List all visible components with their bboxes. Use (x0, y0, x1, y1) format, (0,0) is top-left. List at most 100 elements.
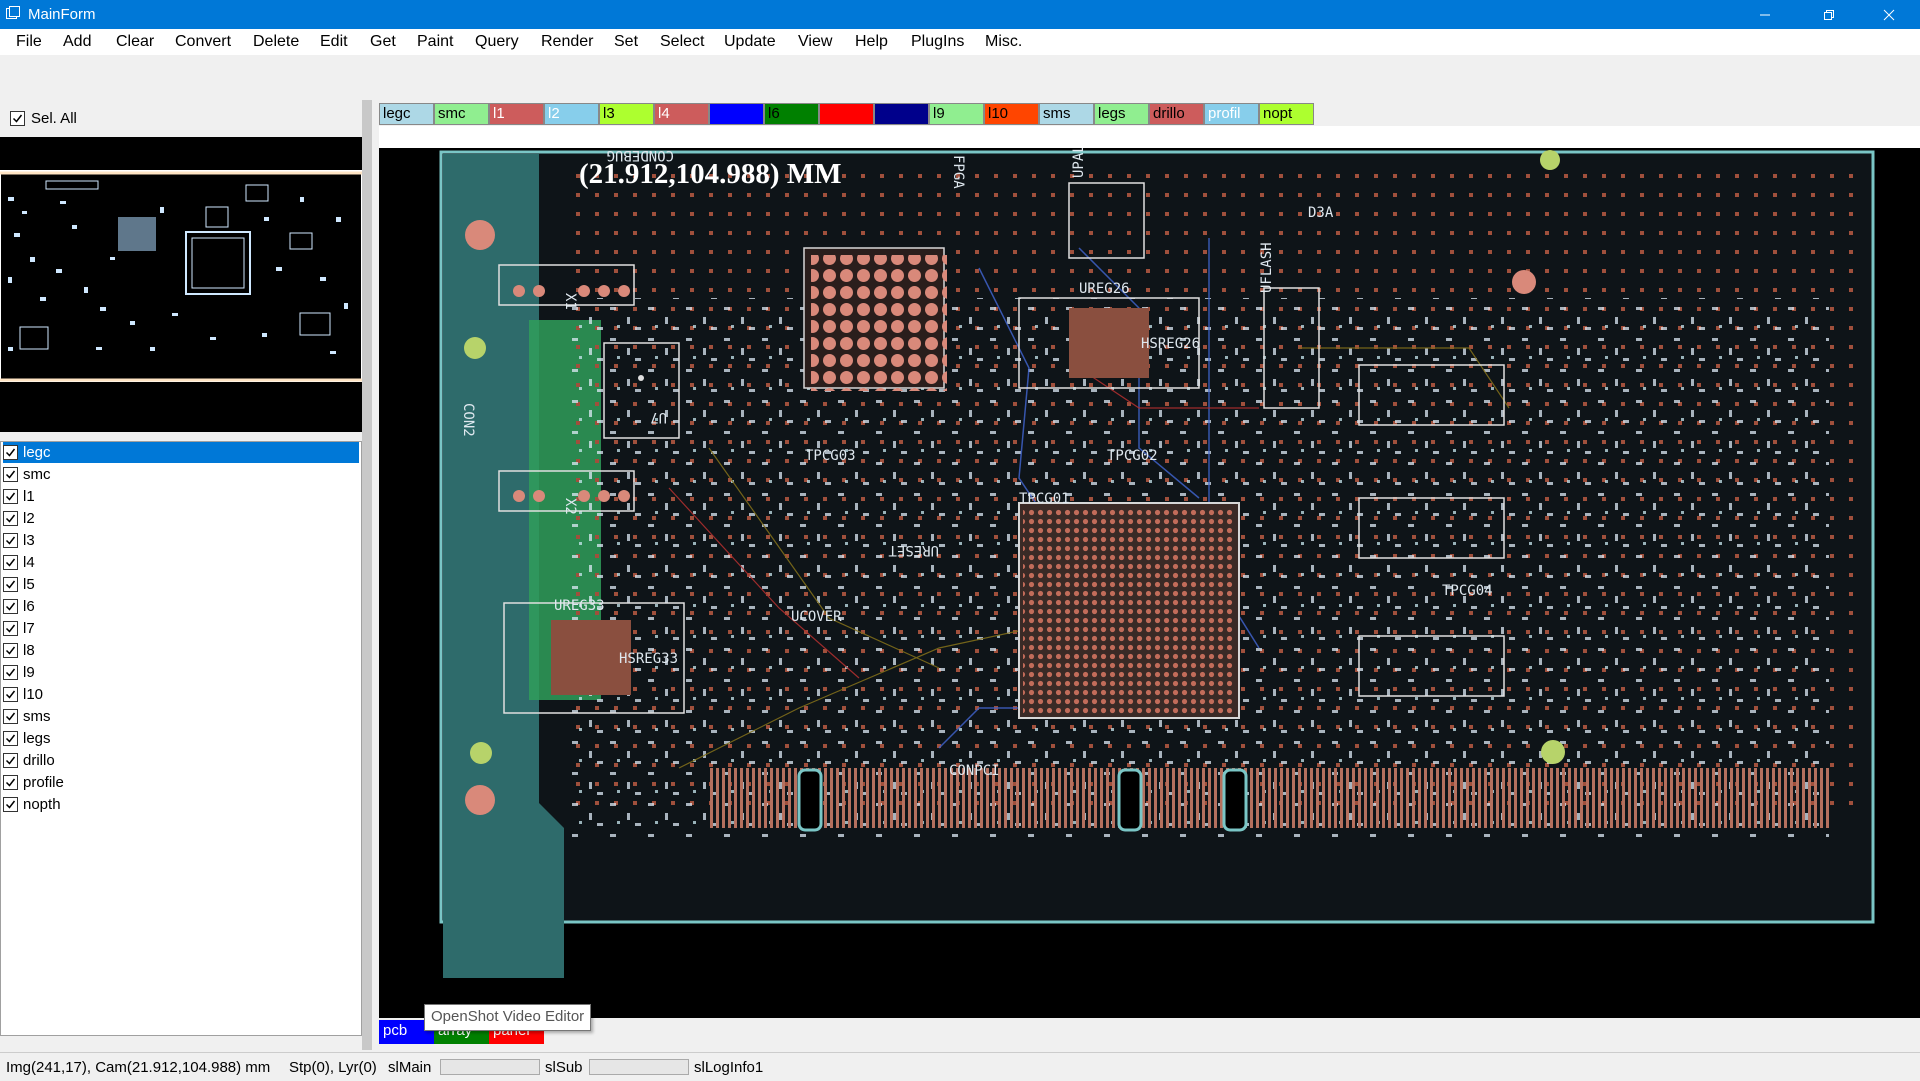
layer-checkbox[interactable] (3, 731, 18, 746)
menu-misc[interactable]: Misc. (985, 33, 1022, 51)
menu-clear[interactable]: Clear (116, 33, 154, 51)
layer-checkbox[interactable] (3, 489, 18, 504)
canvas-label: HSREG33 (619, 651, 678, 667)
layer-item[interactable]: l9 (3, 662, 359, 683)
layer-tab[interactable]: drillo (1149, 103, 1204, 125)
panel-splitter[interactable] (362, 100, 372, 1050)
layer-checkbox[interactable] (3, 511, 18, 526)
layer-tab[interactable]: sms (1039, 103, 1094, 125)
menu-add[interactable]: Add (63, 33, 91, 51)
menu-set[interactable]: Set (614, 33, 638, 51)
check-icon (5, 558, 16, 567)
layer-checkbox[interactable] (3, 555, 18, 570)
layer-item[interactable]: legs (3, 728, 359, 749)
layer-item[interactable]: l6 (3, 596, 359, 617)
canvas-label: UPAL (1071, 148, 1087, 178)
canvas-label: X2 (562, 498, 578, 515)
layer-item[interactable]: profile (3, 772, 359, 793)
close-button[interactable] (1866, 0, 1912, 29)
layer-tab[interactable]: legc (379, 103, 434, 125)
menu-convert[interactable]: Convert (175, 33, 231, 51)
layer-checkbox[interactable] (3, 753, 18, 768)
layer-item[interactable]: l4 (3, 552, 359, 573)
menu-paint[interactable]: Paint (417, 33, 453, 51)
menu-update[interactable]: Update (724, 33, 776, 51)
menu-get[interactable]: Get (370, 33, 396, 51)
layer-tab[interactable]: l2 (544, 103, 599, 125)
layer-tab-label: l7 (823, 105, 835, 122)
canvas-header (379, 126, 1920, 148)
layer-label: l8 (23, 642, 35, 659)
layer-tab[interactable]: l4 (654, 103, 709, 125)
check-icon (5, 712, 16, 721)
layer-item[interactable]: l1 (3, 486, 359, 507)
layer-tab[interactable]: profil (1204, 103, 1259, 125)
board-overview[interactable] (0, 137, 363, 432)
menu-edit[interactable]: Edit (320, 33, 348, 51)
menu-render[interactable]: Render (541, 33, 593, 51)
layer-checkbox[interactable] (3, 621, 18, 636)
layer-tab[interactable]: nopt (1259, 103, 1314, 125)
layer-tab[interactable]: l10 (984, 103, 1039, 125)
layer-checkbox[interactable] (3, 533, 18, 548)
layer-label: l1 (23, 488, 35, 505)
menu-query[interactable]: Query (475, 33, 519, 51)
bottom-tab-strip: pcb array panel (379, 1018, 1920, 1050)
menu-help[interactable]: Help (855, 33, 888, 51)
layer-tab[interactable]: l3 (599, 103, 654, 125)
menu-view[interactable]: View (798, 33, 832, 51)
layer-label: nopth (23, 796, 61, 813)
restore-button[interactable] (1806, 0, 1852, 29)
minimize-button[interactable] (1742, 0, 1788, 29)
check-icon (12, 114, 23, 123)
layer-tab-label: sms (1043, 105, 1071, 122)
title-bar: MainForm (0, 0, 1920, 29)
layer-item[interactable]: l7 (3, 618, 359, 639)
layer-checkbox[interactable] (3, 599, 18, 614)
layer-tab[interactable]: l9 (929, 103, 984, 125)
check-icon (5, 690, 16, 699)
layer-tab[interactable]: smc (434, 103, 489, 125)
status-sub-field (589, 1059, 689, 1075)
canvas-label: UREG26 (1079, 281, 1130, 297)
status-image-coords: Img(241,17), Cam(21.912,104.988) mm (6, 1059, 271, 1076)
layer-checkbox[interactable] (3, 665, 18, 680)
layer-checkbox[interactable] (3, 467, 18, 482)
coordinate-readout: (21.912,104.988) MM (579, 158, 842, 190)
layer-label: legs (23, 730, 51, 747)
layer-item[interactable]: l2 (3, 508, 359, 529)
layer-checkbox[interactable] (3, 709, 18, 724)
layer-checkbox[interactable] (3, 577, 18, 592)
minimize-icon (1760, 14, 1770, 15)
menu-select[interactable]: Select (660, 33, 704, 51)
layer-tab[interactable]: l7 (819, 103, 874, 125)
menu-delete[interactable]: Delete (253, 33, 299, 51)
layer-checkbox[interactable] (3, 445, 18, 460)
layer-item[interactable]: l10 (3, 684, 359, 705)
layer-tab[interactable]: legs (1094, 103, 1149, 125)
layer-item[interactable]: legc (3, 442, 359, 463)
app-icon (6, 6, 20, 19)
layer-tab[interactable]: l1 (489, 103, 544, 125)
layer-item[interactable]: l8 (3, 640, 359, 661)
layer-tab[interactable]: l5 (709, 103, 764, 125)
layer-tab[interactable]: l8 (874, 103, 929, 125)
menu-file[interactable]: File (16, 33, 42, 51)
select-all-checkbox[interactable]: Sel. All (10, 110, 77, 127)
pcb-canvas[interactable]: CONDEBUG UPAL D3A UFLASH UREG26 HSREG26 … (379, 148, 1920, 1018)
layer-item[interactable]: drillo (3, 750, 359, 771)
layer-item[interactable]: l5 (3, 574, 359, 595)
checkbox[interactable] (10, 111, 25, 126)
layer-checkbox[interactable] (3, 687, 18, 702)
layer-item[interactable]: l3 (3, 530, 359, 551)
layer-tab[interactable]: l6 (764, 103, 819, 125)
layer-item[interactable]: sms (3, 706, 359, 727)
layer-list[interactable]: legc smc l1 l2 l3 l4 l5 l6 l7 l8 l9 l10 … (0, 441, 362, 1036)
layer-checkbox[interactable] (3, 775, 18, 790)
layer-checkbox[interactable] (3, 797, 18, 812)
menu-plugins[interactable]: PlugIns (911, 33, 964, 51)
layer-item[interactable]: smc (3, 464, 359, 485)
layer-tab-label: l8 (878, 105, 890, 122)
layer-checkbox[interactable] (3, 643, 18, 658)
layer-item[interactable]: nopth (3, 794, 359, 815)
